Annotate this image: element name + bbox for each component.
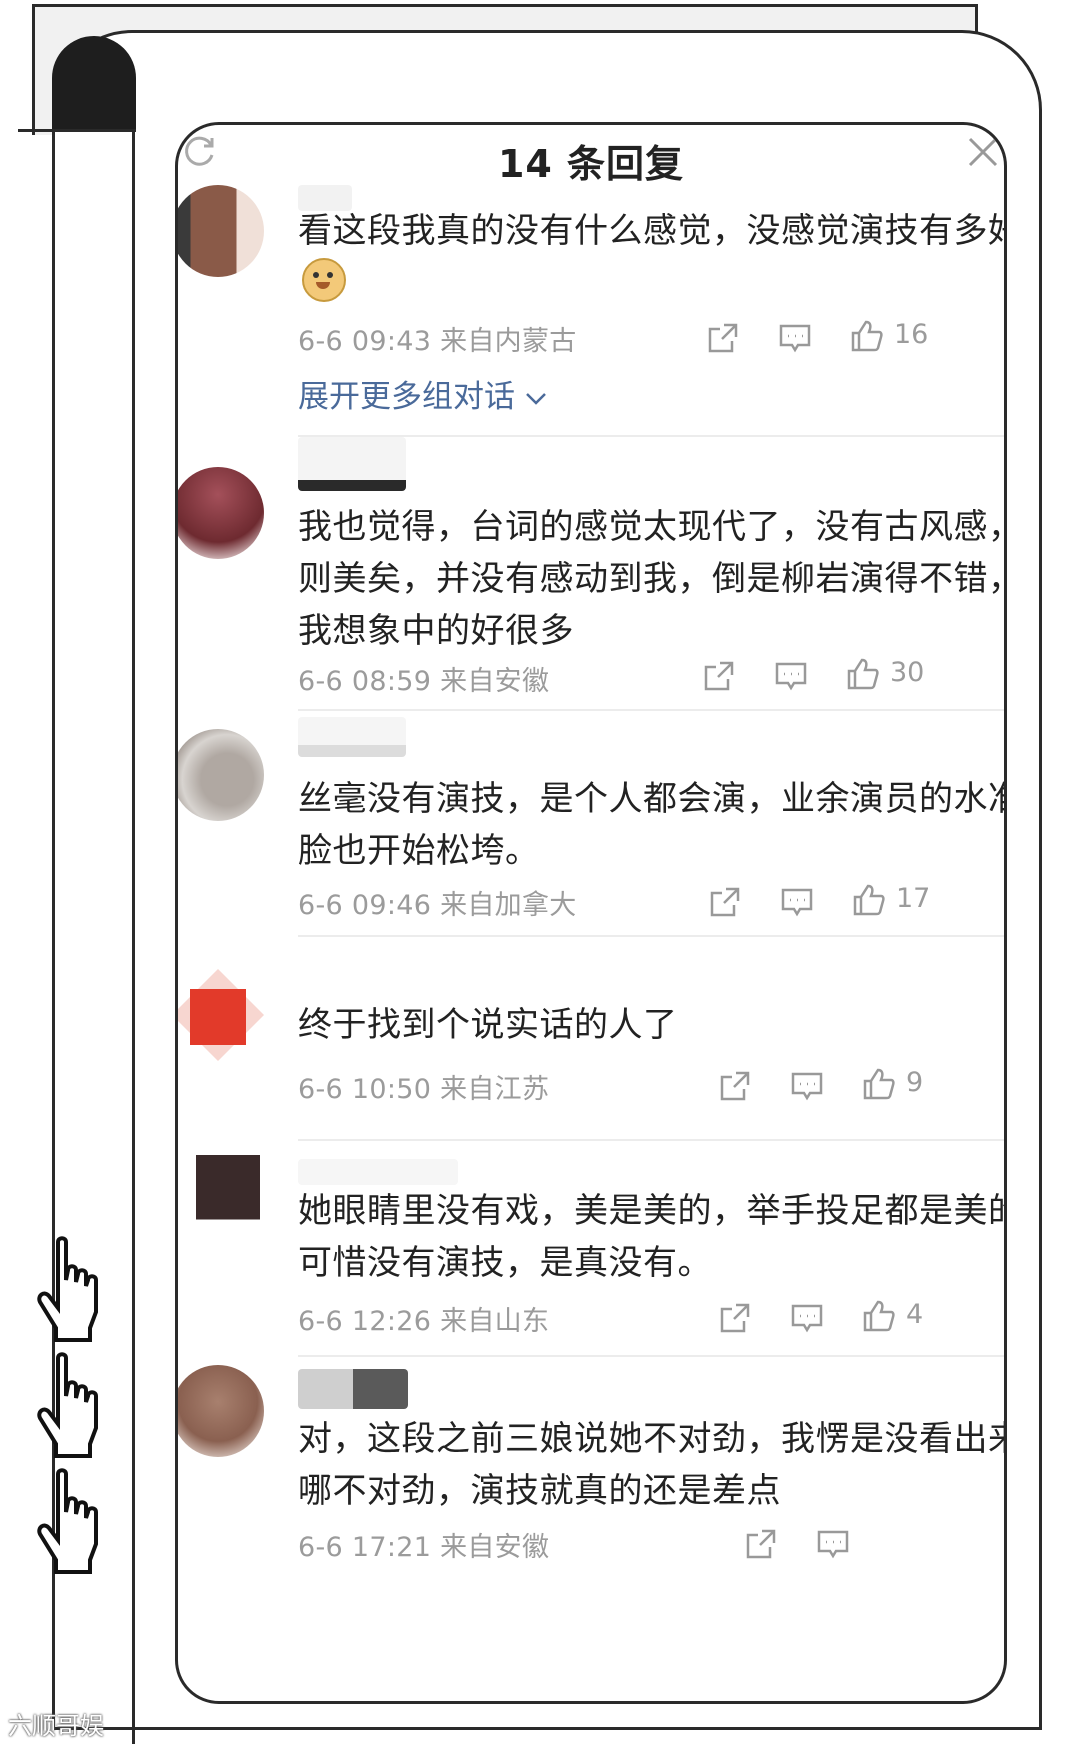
comment-meta: 6-6 17:21 来自安徽	[298, 1532, 550, 1563]
thumbs-up-icon[interactable]	[852, 883, 886, 917]
avatar[interactable]	[178, 467, 264, 559]
comment-meta: 6-6 08:59 来自安徽	[298, 666, 550, 697]
comment-meta: 6-6 09:43 来自内蒙古	[298, 326, 577, 357]
window-tab	[52, 36, 136, 132]
page-title: 14 条回复	[497, 142, 685, 186]
comment-meta: 6-6 10:50 来自江苏	[298, 1074, 550, 1105]
comment-text: 丝毫没有演技，是个人都会演，业余演员的水准，脸也开始松垮。	[298, 779, 1007, 871]
avatar[interactable]	[178, 185, 264, 277]
pointer-hand-icon	[37, 1236, 98, 1342]
frame-edge	[18, 129, 136, 132]
like-count: 30	[890, 657, 925, 688]
comment-text: 终于找到个说实话的人了	[298, 1005, 678, 1045]
avatar[interactable]	[178, 729, 264, 821]
comment-icon[interactable]	[778, 321, 812, 355]
avatar[interactable]	[178, 969, 264, 1061]
comment-icon[interactable]	[790, 1069, 824, 1103]
share-icon[interactable]	[706, 321, 740, 355]
avatar[interactable]	[178, 1365, 264, 1457]
comment-icon[interactable]	[774, 659, 808, 693]
thumbs-up-icon[interactable]	[862, 1067, 896, 1101]
frame-left-border	[132, 132, 135, 1744]
expand-more-link[interactable]: 展开更多组对话	[298, 371, 547, 416]
share-icon[interactable]	[702, 659, 736, 693]
thumbs-up-icon[interactable]	[846, 657, 880, 691]
username-blurred[interactable]	[298, 1369, 408, 1409]
share-icon[interactable]	[708, 885, 742, 919]
comment-text: 对，这段之前三娘说她不对劲，我愣是没看出来她哪不对劲，演技就真的还是差点	[298, 1419, 1007, 1511]
divider	[298, 709, 1004, 711]
like-count: 16	[894, 319, 929, 350]
chevron-down-icon	[525, 393, 546, 405]
divider	[298, 1139, 1004, 1141]
thumbs-up-icon[interactable]	[862, 1299, 896, 1333]
divider	[298, 1355, 1004, 1357]
comment-meta: 6-6 12:26 来自山东	[298, 1306, 550, 1337]
comment-icon[interactable]	[790, 1301, 824, 1335]
username-blurred[interactable]	[298, 717, 406, 757]
divider	[298, 935, 1004, 937]
username-blurred[interactable]	[298, 1159, 458, 1185]
avatar-shape	[178, 969, 264, 1061]
share-icon[interactable]	[718, 1301, 752, 1335]
comment-text: 看这段我真的没有什么感觉，没感觉演技有多好	[298, 205, 1007, 309]
like-count: 9	[906, 1067, 924, 1098]
expand-more-label: 展开更多组对话	[298, 379, 515, 415]
comment-meta: 6-6 09:46 来自加拿大	[298, 890, 577, 921]
comment-text-content: 看这段我真的没有什么感觉，没感觉演技有多好	[298, 211, 1007, 251]
thumbs-up-icon[interactable]	[850, 319, 884, 353]
watermark: 六顺哥娱	[8, 1712, 104, 1740]
share-icon[interactable]	[744, 1527, 778, 1561]
pointer-hand-icon	[37, 1468, 98, 1574]
username-blurred[interactable]	[298, 437, 406, 491]
like-count: 4	[906, 1299, 924, 1330]
pointer-hand-icon	[37, 1352, 98, 1458]
comment-icon[interactable]	[780, 885, 814, 919]
share-icon[interactable]	[718, 1069, 752, 1103]
comment-icon[interactable]	[816, 1527, 850, 1561]
comment-text: 她眼睛里没有戏，美是美的，举手投足都是美的，可惜没有演技，是真没有。	[298, 1191, 1007, 1283]
doge-emoji-icon	[302, 258, 346, 302]
like-count: 17	[896, 883, 931, 914]
avatar[interactable]	[196, 1155, 260, 1247]
close-icon[interactable]	[966, 135, 1000, 169]
comment-text: 我也觉得，台词的感觉太现代了，没有古风感，美则美矣，并没有感动到我，倒是柳岩演得…	[298, 507, 1007, 651]
replies-panel: 14 条回复 看这段我真的没有什么感觉，没感觉演技有多好 6-6 09:43 来…	[175, 122, 1007, 1704]
